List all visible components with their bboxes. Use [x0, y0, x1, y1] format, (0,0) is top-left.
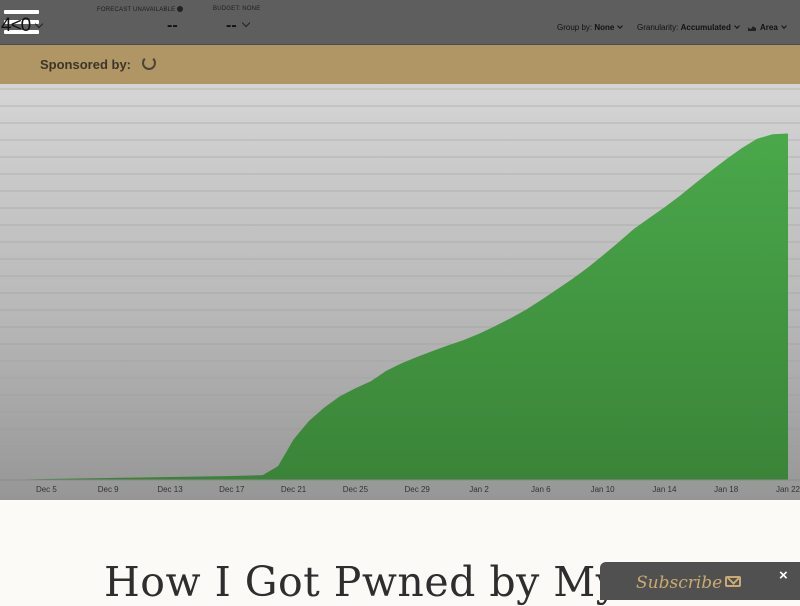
area-chart-icon — [748, 26, 756, 31]
x-tick-label: Dec 25 — [343, 485, 369, 494]
x-tick-label: Jan 14 — [652, 485, 677, 494]
chevron-down-icon — [617, 23, 624, 29]
subscribe-button[interactable]: Subscribe — [600, 562, 800, 600]
x-tick-label: Dec 5 — [36, 485, 57, 494]
loading-spinner-icon — [142, 56, 156, 70]
chevron-down-icon — [780, 23, 787, 29]
cost-toolbar: 4<0 FORECAST UNAVAILABLE -- BUDGET: NONE… — [0, 0, 800, 45]
subscribe-label: Subscribe — [636, 573, 723, 593]
chevron-down-icon — [34, 19, 44, 29]
cost-chart: Dec 5 Dec 9 Dec 13 Dec 17 Dec 21 Dec 25 Dec 29… — [0, 84, 800, 500]
budget-value[interactable]: -- — [226, 17, 250, 35]
chevron-down-icon — [241, 18, 250, 28]
granularity-dropdown[interactable]: Granularity: Accumulated — [637, 23, 740, 32]
x-tick-label: Dec 29 — [405, 485, 431, 494]
info-icon[interactable] — [177, 6, 184, 12]
group-by-dropdown[interactable]: Group by: None — [557, 23, 624, 32]
x-tick-label: Jan 10 — [591, 485, 616, 494]
cost-area — [0, 133, 788, 480]
x-tick-label: Jan 2 — [469, 485, 489, 494]
x-tick-label: Jan 18 — [714, 485, 739, 494]
mail-icon — [725, 576, 741, 587]
x-tick-label: Jan 6 — [531, 485, 551, 494]
sponsor-text: Sponsored by: — [40, 57, 132, 72]
forecast-value: -- — [167, 17, 178, 34]
x-tick-label: Dec 13 — [157, 485, 183, 494]
close-icon[interactable]: × — [779, 567, 788, 584]
sponsor-banner: Sponsored by: — [0, 45, 800, 84]
area-chart: Dec 5 Dec 9 Dec 13 Dec 17 Dec 21 Dec 25 Dec 29… — [0, 88, 800, 494]
total-value[interactable]: 4<0 — [1, 15, 44, 37]
chart-type-dropdown[interactable]: Area — [748, 23, 787, 32]
x-tick-label: Dec 17 — [219, 485, 245, 494]
x-tick-label: Jan 22 — [776, 485, 800, 494]
forecast-label: FORECAST UNAVAILABLE — [97, 6, 184, 13]
budget-label: BUDGET: NONE — [213, 6, 261, 12]
x-tick-label: Dec 21 — [281, 485, 307, 494]
chevron-down-icon — [733, 23, 740, 29]
x-tick-label: Dec 9 — [98, 485, 119, 494]
